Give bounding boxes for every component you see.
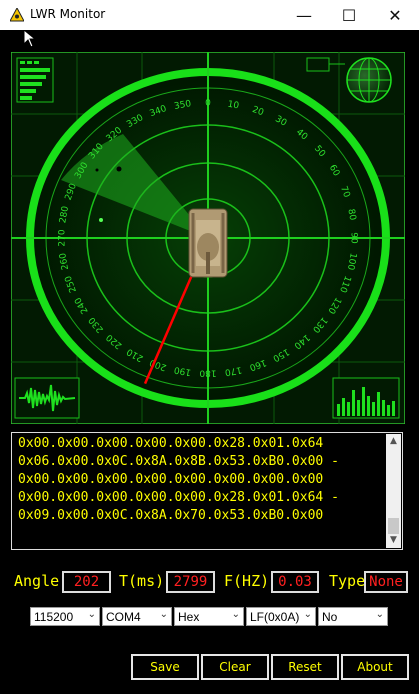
angle-label: Angle [14, 572, 60, 590]
about-button[interactable]: About [341, 654, 409, 680]
line-ending-select[interactable]: LF(0x0A) ⌄ [246, 607, 316, 626]
chevron-down-icon: ⌄ [375, 609, 384, 620]
format-value: Hex [178, 610, 200, 624]
maximize-button[interactable]: ☐ [326, 0, 372, 30]
angle-value: 202 [62, 571, 111, 593]
bearing-label: 10 [227, 100, 240, 112]
baud-rate-value: 115200 [34, 610, 74, 624]
frequency-label: F(HZ) [224, 572, 270, 590]
type-value: None [364, 571, 408, 593]
close-button[interactable]: ✕ [372, 0, 418, 30]
chevron-down-icon: ⌄ [87, 609, 96, 620]
bearing-label: 90 [349, 232, 359, 244]
line-ending-value: LF(0x0A) [250, 610, 300, 624]
mouse-cursor-icon [24, 30, 36, 48]
type-label: Type [329, 572, 366, 590]
serial-console[interactable]: 0x00.0x00.0x00.0x00.0x00.0x28.0x01.0x64 … [11, 432, 403, 550]
chevron-down-icon: ⌄ [303, 609, 312, 620]
console-scrollbar[interactable]: ▲ ▼ [386, 434, 401, 548]
clear-button[interactable]: Clear [201, 654, 269, 680]
title-bar: LWR Monitor — ☐ ✕ [0, 0, 419, 30]
scrollbar-thumb[interactable] [388, 518, 399, 534]
window-title: LWR Monitor [30, 7, 106, 21]
console-line: 0x00.0x00.0x00.0x00.0x00.0x00.0x00.0x00 [18, 472, 324, 487]
bearing-label: 0 [205, 99, 211, 109]
baud-rate-select[interactable]: 115200 ⌄ [30, 607, 100, 626]
minimize-button[interactable]: — [281, 0, 327, 30]
chevron-down-icon: ⌄ [159, 609, 168, 620]
signal-bars-indicator [16, 57, 54, 103]
waveform-indicator [14, 377, 80, 419]
console-line: 0x06.0x00.0x0C.0x8A.0x8B.0x53.0xB0.0x00 … [18, 454, 339, 469]
radar-display: 0 10 2030405060708090100110120130140150160… [11, 52, 405, 424]
spectrum-indicator [332, 377, 400, 419]
option-select[interactable]: No ⌄ [318, 607, 388, 626]
bearing-label: 180 [199, 368, 216, 378]
save-button[interactable]: Save [131, 654, 199, 680]
console-line: 0x00.0x00.0x00.0x00.0x00.0x28.0x01.0x64 [18, 436, 324, 451]
format-select[interactable]: Hex ⌄ [174, 607, 244, 626]
time-value: 2799 [166, 571, 215, 593]
time-label: T(ms) [119, 572, 165, 590]
console-line: 0x00.0x00.0x00.0x00.0x00.0x28.0x01.0x64 … [18, 490, 339, 505]
reset-button[interactable]: Reset [271, 654, 339, 680]
scroll-down-icon[interactable]: ▼ [386, 533, 401, 548]
tank-target-icon [188, 208, 228, 278]
bearing-label: 270 [58, 229, 68, 246]
bearing-label: 80 [345, 208, 357, 221]
scroll-up-icon[interactable]: ▲ [386, 434, 401, 449]
port-value: COM4 [106, 610, 141, 624]
port-select[interactable]: COM4 ⌄ [102, 607, 172, 626]
frequency-value: 0.03 [271, 571, 319, 593]
chevron-down-icon: ⌄ [231, 609, 240, 620]
console-line: 0x09.0x00.0x0C.0x8A.0x70.0x53.0xB0.0x00 [18, 508, 324, 523]
option-value: No [322, 610, 338, 624]
warning-icon [10, 8, 24, 22]
